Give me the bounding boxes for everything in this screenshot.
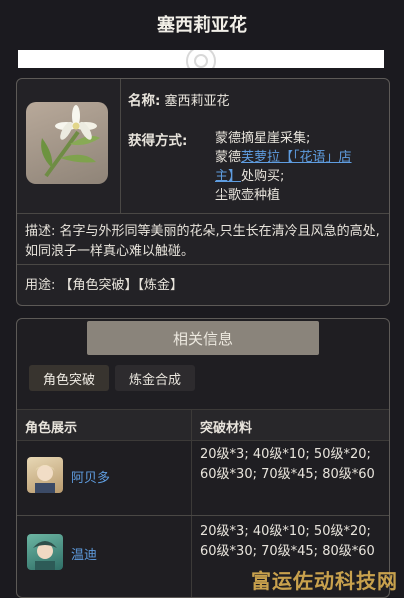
- divider: [17, 264, 389, 265]
- obtain-line: 蒙德摘星崖采集;: [215, 131, 311, 146]
- related-tabs: 角色突破 炼金合成: [29, 365, 196, 391]
- ascension-materials: 20级*3; 40级*10; 50级*20; 60级*30; 70级*45; 8…: [200, 524, 375, 559]
- item-name-row: 名称: 塞西莉亚花: [128, 89, 230, 109]
- page-title: 塞西莉亚花: [157, 15, 247, 36]
- related-info-card: 相关信息 角色突破 炼金合成 角色展示 突破材料 阿贝多 20级*3; 40级*…: [16, 318, 390, 598]
- site-watermark: 富运佐动科技网: [251, 569, 398, 593]
- banner-image: [18, 50, 384, 68]
- shop-link[interactable]: 芙萝拉【「花语」店: [241, 150, 352, 165]
- obtain-key-cell: 获得方式:: [128, 129, 187, 149]
- table-header: 角色展示 突破材料: [17, 409, 389, 441]
- obtain-line: 尘歌壶种植: [215, 188, 281, 203]
- shop-link-continued[interactable]: 主】: [215, 169, 241, 184]
- divider: [17, 213, 389, 214]
- item-description: 描述: 名字与外形同等美丽的花朵,只生长在清冷且风急的高处,如同浪子一样真心难以…: [25, 224, 380, 259]
- obtain-prefix: 蒙德: [215, 150, 242, 165]
- tab-character-ascension[interactable]: 角色突破: [29, 365, 110, 391]
- obtain-line: 蒙德芙萝拉【「花语」店: [215, 148, 385, 167]
- column-header-materials: 突破材料: [200, 421, 253, 436]
- item-usage: 用途: 【角色突破】【炼金】: [25, 278, 184, 293]
- item-info-fields: 名称: 塞西莉亚花 获得方式: 蒙德摘星崖采集; 蒙德芙萝拉【「花语」店 主】处…: [128, 79, 383, 213]
- obtain-line: 主】处购买;: [215, 167, 385, 186]
- table-row: 阿贝多 20级*3; 40级*10; 50级*20; 60级*30; 70级*4…: [17, 439, 389, 515]
- venti-avatar-icon[interactable]: [27, 534, 63, 570]
- character-name-link[interactable]: 阿贝多: [71, 467, 110, 486]
- tab-alchemy[interactable]: 炼金合成: [115, 365, 196, 391]
- obtain-suffix: 处购买;: [241, 169, 285, 184]
- name-key: 名称:: [128, 93, 161, 109]
- obtain-list: 蒙德摘星崖采集; 蒙德芙萝拉【「花语」店 主】处购买; 尘歌壶种植: [215, 129, 385, 205]
- name-value: 塞西莉亚花: [164, 94, 230, 109]
- character-name-link[interactable]: 温迪: [71, 544, 97, 563]
- cecilia-flower-icon: [26, 102, 108, 184]
- related-info-header: 相关信息: [87, 321, 319, 355]
- obtain-key: 获得方式:: [128, 133, 188, 149]
- item-image-cell: [17, 79, 121, 213]
- column-header-character: 角色展示: [25, 421, 78, 436]
- ascension-materials: 20级*3; 40级*10; 50级*20; 60级*30; 70级*45; 8…: [200, 447, 375, 482]
- item-info-card: 名称: 塞西莉亚花 获得方式: 蒙德摘星崖采集; 蒙德芙萝拉【「花语」店 主】处…: [16, 78, 390, 306]
- seal-emblem-icon: [186, 50, 216, 68]
- albedo-avatar-icon[interactable]: [27, 457, 63, 493]
